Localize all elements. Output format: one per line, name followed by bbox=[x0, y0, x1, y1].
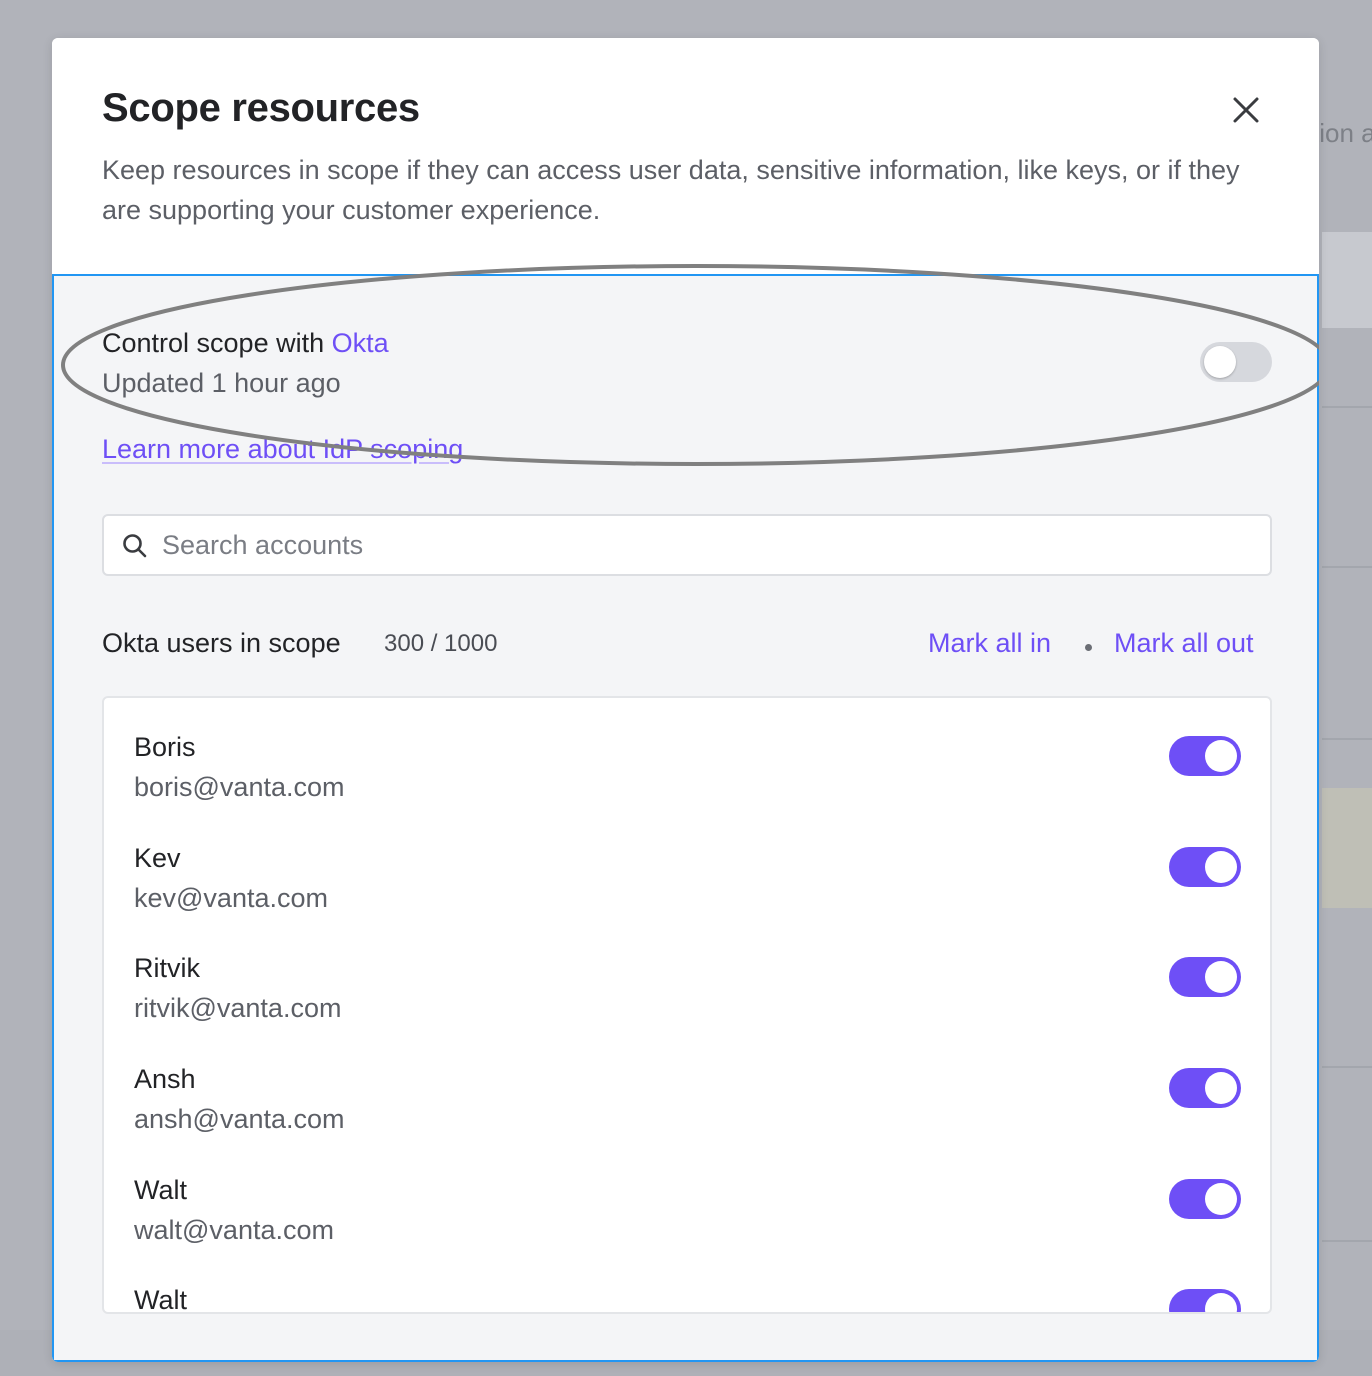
user-scope-toggle[interactable] bbox=[1169, 957, 1241, 997]
background-panel bbox=[1322, 232, 1372, 328]
scope-resources-modal: Scope resources Keep resources in scope … bbox=[52, 38, 1319, 1362]
list-item: Walt walt@vanta.com bbox=[104, 1175, 1270, 1286]
user-email: boris@vanta.com bbox=[134, 772, 345, 802]
background-panel bbox=[1322, 788, 1372, 908]
list-item: Kev kev@vanta.com bbox=[104, 843, 1270, 954]
modal-header: Scope resources Keep resources in scope … bbox=[52, 38, 1319, 274]
mark-all-in-link[interactable]: Mark all in bbox=[928, 628, 1051, 659]
user-email: ansh@vanta.com bbox=[134, 1104, 345, 1134]
list-item: Ritvik ritvik@vanta.com bbox=[104, 953, 1270, 1064]
toggle-knob bbox=[1205, 961, 1237, 993]
idp-control-title: Control scope with Okta bbox=[102, 328, 389, 359]
search-icon bbox=[123, 534, 147, 558]
user-name: Kev bbox=[134, 843, 181, 873]
toggle-knob bbox=[1205, 851, 1237, 883]
user-scope-toggle[interactable] bbox=[1169, 847, 1241, 887]
search-input[interactable] bbox=[162, 516, 1252, 574]
background-partial-text: tion a bbox=[1312, 118, 1372, 148]
user-email: kev@vanta.com bbox=[134, 883, 328, 913]
user-name: Ansh bbox=[134, 1064, 196, 1094]
background-divider bbox=[1322, 738, 1372, 740]
list-item: Walt bbox=[104, 1285, 1270, 1314]
toggle-knob bbox=[1205, 1293, 1237, 1312]
user-scope-toggle[interactable] bbox=[1169, 1068, 1241, 1108]
scope-count: 300 / 1000 bbox=[384, 630, 498, 657]
toggle-knob bbox=[1205, 1183, 1237, 1215]
mark-all-out-link[interactable]: Mark all out bbox=[1114, 628, 1254, 659]
user-email: walt@vanta.com bbox=[134, 1215, 334, 1245]
user-name: Ritvik bbox=[134, 953, 200, 983]
user-name: Boris bbox=[134, 732, 196, 762]
list-item: Ansh ansh@vanta.com bbox=[104, 1064, 1270, 1175]
user-scope-toggle[interactable] bbox=[1169, 1179, 1241, 1219]
user-list: Boris boris@vanta.com Kev kev@vanta.com … bbox=[102, 696, 1272, 1314]
modal-title: Scope resources bbox=[102, 86, 420, 130]
list-item: Boris boris@vanta.com bbox=[104, 732, 1270, 843]
idp-updated-time: Updated 1 hour ago bbox=[102, 368, 341, 398]
list-heading: Okta users in scope bbox=[102, 628, 341, 658]
toggle-knob bbox=[1205, 740, 1237, 772]
background-divider bbox=[1322, 406, 1372, 408]
user-scope-toggle[interactable] bbox=[1169, 1289, 1241, 1312]
user-name: Walt bbox=[134, 1175, 187, 1205]
background-divider bbox=[1322, 566, 1372, 568]
close-icon bbox=[1233, 97, 1259, 123]
user-scope-toggle[interactable] bbox=[1169, 736, 1241, 776]
user-name: Walt bbox=[134, 1285, 187, 1314]
idp-provider-name: Okta bbox=[331, 328, 389, 358]
idp-control-label: Control scope with bbox=[102, 328, 332, 358]
separator-dot bbox=[1085, 644, 1092, 651]
toggle-knob bbox=[1205, 1072, 1237, 1104]
close-button[interactable] bbox=[1228, 92, 1264, 128]
background-divider bbox=[1322, 1240, 1372, 1242]
idp-scope-toggle[interactable] bbox=[1200, 342, 1272, 382]
toggle-knob bbox=[1204, 346, 1236, 378]
user-email: ritvik@vanta.com bbox=[134, 993, 342, 1023]
search-box[interactable] bbox=[102, 514, 1272, 576]
modal-subtitle: Keep resources in scope if they can acce… bbox=[102, 155, 1240, 225]
background-divider bbox=[1322, 1066, 1372, 1068]
scope-panel: Control scope with Okta Updated 1 hour a… bbox=[52, 264, 1319, 1362]
learn-more-link[interactable]: Learn more about IdP scoping bbox=[102, 434, 463, 465]
